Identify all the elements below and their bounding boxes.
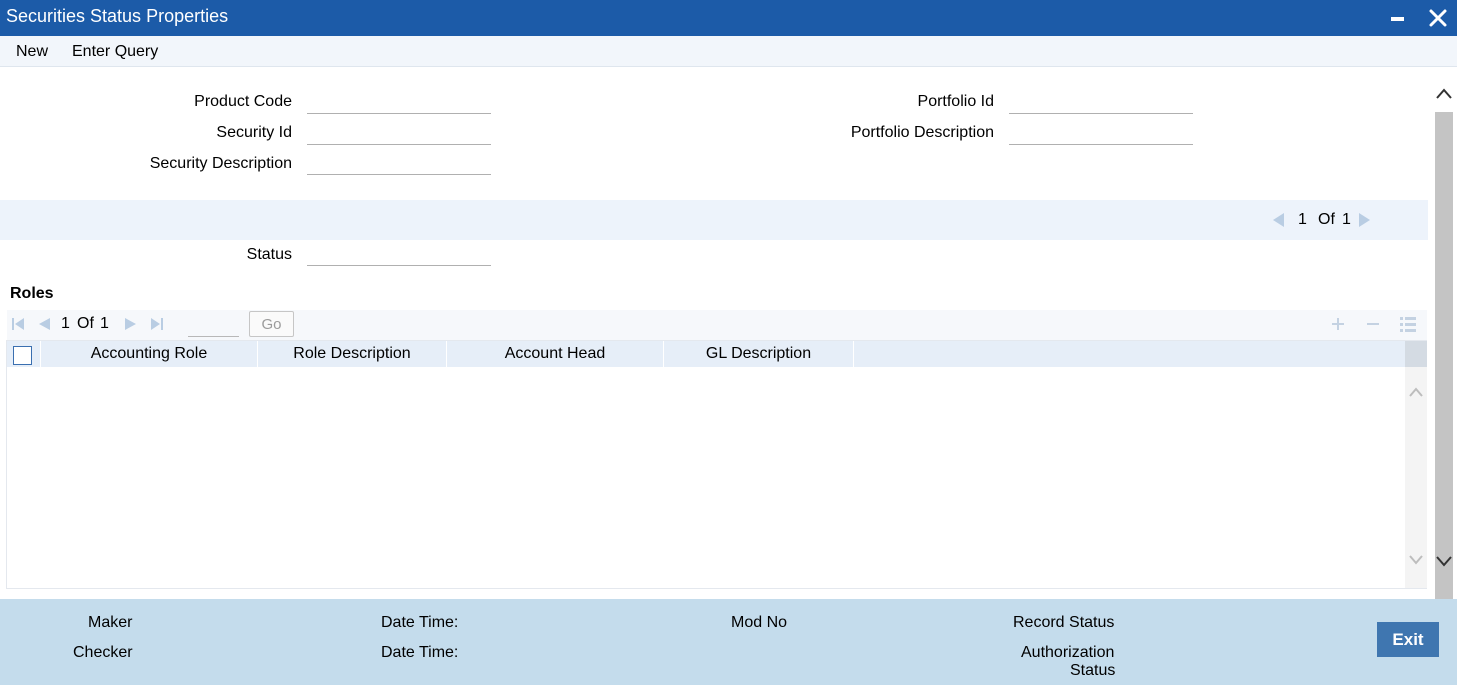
- scrollbar-thumb[interactable]: [1435, 112, 1453, 606]
- prev-page-icon[interactable]: [37, 317, 51, 336]
- main-scrollbar[interactable]: [1432, 68, 1456, 606]
- checker-date-time-label: Date Time:: [381, 644, 459, 661]
- portfolio-id-label: Portfolio Id: [917, 93, 994, 110]
- menu-enter-query[interactable]: Enter Query: [72, 43, 158, 61]
- portfolio-id-field[interactable]: [1009, 89, 1193, 114]
- first-page-icon[interactable]: [11, 317, 25, 336]
- authorization-status-label: Status: [1070, 662, 1116, 679]
- security-id-label: Security Id: [216, 124, 292, 141]
- scroll-down-icon[interactable]: [1434, 551, 1454, 571]
- delete-row-icon[interactable]: [1365, 316, 1381, 337]
- portfolio-description-field[interactable]: [1009, 120, 1193, 145]
- column-accounting-role[interactable]: Accounting Role: [41, 341, 258, 367]
- close-icon[interactable]: [1428, 4, 1448, 30]
- title-bar: Securities Status Properties: [0, 0, 1457, 36]
- record-status-label: Record Status: [1013, 614, 1115, 631]
- minimize-icon[interactable]: [1391, 17, 1404, 21]
- maker-label: Maker: [88, 614, 133, 631]
- select-all-cell: [7, 341, 41, 367]
- go-button[interactable]: Go: [249, 311, 294, 337]
- column-gl-description[interactable]: GL Description: [664, 341, 854, 367]
- product-code-label: Product Code: [194, 93, 292, 110]
- window-title: Securities Status Properties: [6, 6, 229, 26]
- mod-no-label: Mod No: [731, 614, 788, 631]
- portfolio-description-label: Portfolio Description: [850, 124, 994, 141]
- record-pager-band: [0, 200, 1428, 240]
- security-id-field[interactable]: [307, 120, 491, 145]
- last-page-icon[interactable]: [150, 317, 164, 336]
- authorization-label: Authorization: [1021, 644, 1115, 661]
- grid-scroll-down-icon[interactable]: [1408, 553, 1424, 571]
- roles-grid-header: Accounting Role Role Description Account…: [7, 341, 1405, 367]
- next-record-icon[interactable]: [1358, 212, 1372, 233]
- grid-scroll-up-icon[interactable]: [1408, 385, 1424, 403]
- next-page-icon[interactable]: [124, 317, 138, 336]
- scroll-up-icon[interactable]: [1434, 84, 1454, 104]
- select-all-checkbox[interactable]: [13, 346, 32, 365]
- record-pager-total: 1: [1342, 211, 1351, 228]
- prev-record-icon[interactable]: [1271, 212, 1285, 233]
- column-role-description[interactable]: Role Description: [258, 341, 447, 367]
- status-label: Status: [246, 246, 292, 263]
- audit-footer: [0, 599, 1457, 685]
- roles-pager-of: Of: [77, 315, 94, 332]
- roles-grid: [6, 340, 1427, 589]
- add-row-icon[interactable]: [1330, 316, 1346, 337]
- menu-new[interactable]: New: [16, 43, 48, 61]
- record-pager-of: Of: [1318, 211, 1335, 228]
- security-description-field[interactable]: [307, 150, 491, 175]
- grid-scrollbar[interactable]: [1405, 341, 1427, 588]
- column-account-head[interactable]: Account Head: [447, 341, 664, 367]
- roles-pager-current: 1: [61, 315, 70, 332]
- page-number-input[interactable]: [188, 312, 239, 337]
- roles-section-title: Roles: [10, 285, 54, 302]
- security-description-label: Security Description: [149, 155, 292, 172]
- checker-label: Checker: [73, 644, 133, 661]
- maker-date-time-label: Date Time:: [381, 614, 459, 631]
- single-view-icon[interactable]: [1399, 315, 1417, 338]
- product-code-field[interactable]: [307, 89, 491, 114]
- menu-bar: New Enter Query: [0, 36, 1457, 67]
- exit-button[interactable]: Exit: [1377, 622, 1439, 657]
- status-field[interactable]: [307, 241, 491, 266]
- record-pager-current: 1: [1298, 211, 1307, 228]
- roles-pager-total: 1: [100, 315, 109, 332]
